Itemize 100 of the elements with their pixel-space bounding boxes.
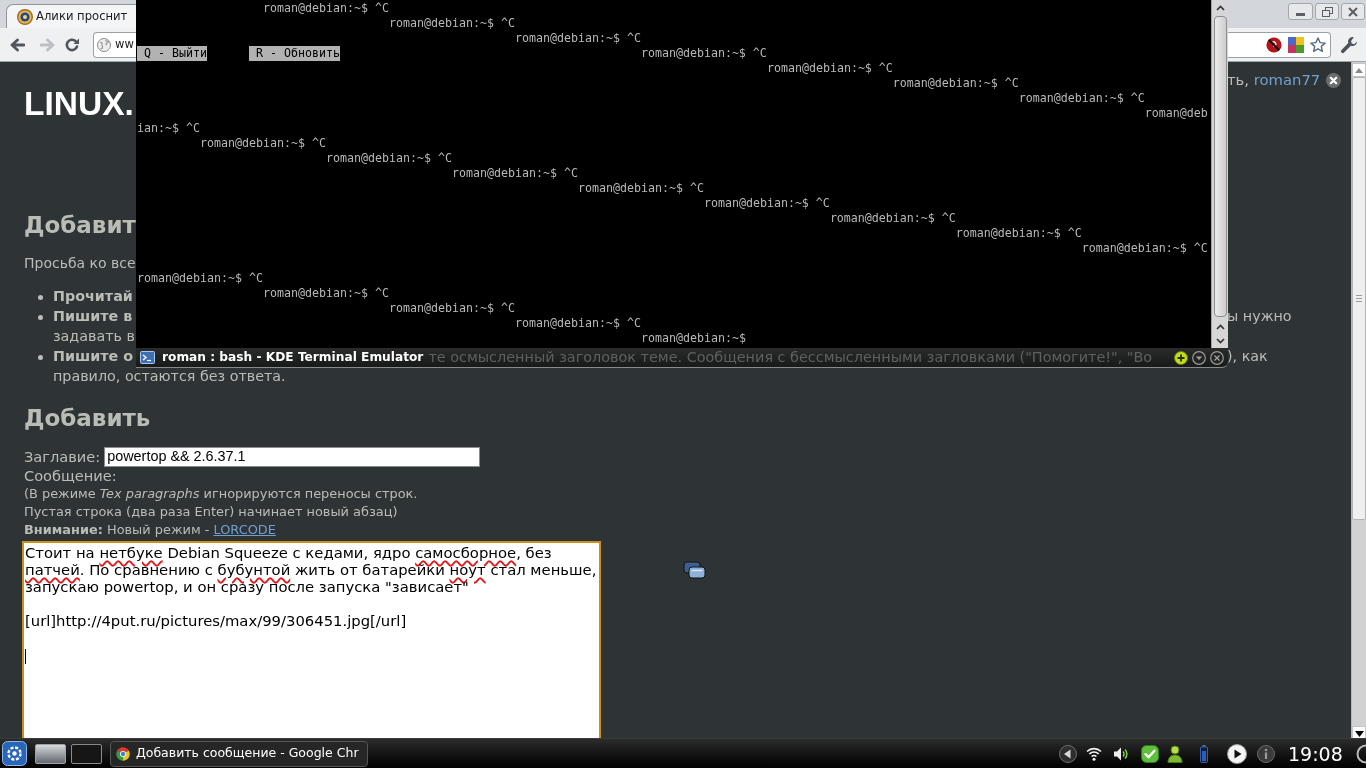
terminal-line: roman@debian:~$ ^C	[514, 316, 641, 331]
terminal-line: roman@debian:~$	[640, 331, 746, 346]
section-heading: Добавит	[24, 211, 136, 239]
rule-text: ы нужно	[1227, 307, 1292, 327]
speaker-icon[interactable]	[1113, 745, 1129, 762]
title-input[interactable]: powertop && 2.6.37.1	[104, 447, 481, 467]
terminal-line: roman@debian:~$ ^C	[829, 211, 956, 226]
scroll-thumb[interactable]	[1352, 77, 1366, 520]
scroll-down-button[interactable]	[1352, 726, 1366, 738]
grip-icon	[1356, 295, 1362, 302]
terminal-line: roman@deb	[1144, 106, 1208, 121]
restore-icon	[1321, 6, 1333, 17]
reload-icon	[64, 36, 80, 53]
terminal-line: roman@debian:~$ ^C	[1018, 91, 1145, 106]
round-logo-icon	[116, 746, 130, 761]
terminal-line: ian:~$ ^C	[137, 121, 200, 136]
battery-icon[interactable]	[1200, 744, 1208, 763]
hint-text: Пустая строка (два раза Enter) начинает новый абзац)	[24, 503, 398, 522]
scroll-up-button[interactable]	[1352, 63, 1366, 77]
username-link[interactable]: roman77	[1253, 71, 1321, 88]
minimize-icon	[1296, 13, 1305, 16]
rule-title: Прочитай	[53, 287, 133, 307]
info-icon[interactable]	[1257, 744, 1275, 763]
greeting-text: ть, roman77	[1227, 70, 1321, 90]
chevron-down-circle-icon[interactable]	[1192, 350, 1206, 365]
page-scrollbar[interactable]	[1351, 62, 1366, 738]
rule-title: Пишите в	[53, 307, 133, 327]
reload-button[interactable]	[64, 36, 80, 53]
chevron-down-icon[interactable]	[1215, 338, 1225, 344]
desktop-thumbnail[interactable]	[35, 743, 66, 764]
gear-tile-icon[interactable]	[2, 741, 27, 766]
text-cursor-icon	[25, 648, 26, 664]
faint-page-text: те осмысленный заголовок теме. Сообщения с бессмысленными загловками ("Помогите!", "Во	[428, 347, 1153, 367]
plus-circle-icon[interactable]	[1174, 350, 1188, 365]
terminal-line: roman@debian:~$ ^C	[955, 226, 1082, 241]
rule-text: правило, остаются без ответа.	[53, 367, 286, 387]
rule-text: задавать в	[53, 327, 135, 347]
key-hint: R - Обновить	[248, 46, 340, 61]
chevron-up-icon[interactable]	[1215, 324, 1225, 330]
back-button[interactable]	[9, 37, 25, 52]
terminal-scrollbar[interactable]	[1211, 0, 1228, 348]
triangle-up-icon	[1355, 67, 1363, 73]
globe-icon	[97, 37, 111, 52]
terminal-line: roman@debian:~$ ^C	[388, 301, 515, 316]
terminal-line: roman@debian:~$ ^C	[514, 31, 641, 46]
bullet-icon	[38, 354, 43, 360]
arrow-right-icon	[40, 37, 56, 52]
color-grid-icon[interactable]	[1288, 36, 1304, 53]
intro-text: Просьба ко все	[24, 253, 136, 273]
taskbar-task-button[interactable]: Добавить сообщение - Google Chr	[110, 740, 368, 767]
terminal-title: roman : bash - KDE Terminal Emulator	[162, 349, 424, 367]
lorcode-link[interactable]: LORCODE	[213, 522, 276, 538]
terminal-line: roman@debian:~$ ^C	[703, 196, 830, 211]
round-emblem-icon	[17, 8, 33, 25]
terminal-line: roman@debian:~$ ^C	[892, 76, 1019, 91]
person-icon[interactable]	[1166, 744, 1184, 763]
terminal-line: roman@debian:~$ ^C	[388, 16, 515, 31]
play-icon[interactable]	[1227, 743, 1247, 764]
minimize-button[interactable]	[1288, 3, 1313, 20]
triangle-down-icon	[1354, 731, 1364, 737]
checkmark-icon[interactable]	[1141, 744, 1159, 763]
field-label: Сообщение:	[24, 466, 117, 487]
terminal-line: roman@debian:~$ ^C	[766, 61, 893, 76]
field-label: Заглавие:	[24, 447, 101, 468]
terminal-line: roman@debian:~$ ^C	[640, 46, 767, 61]
terminal-line: roman@debian:~$ ^C	[262, 286, 389, 301]
terminal-line: roman@debian:~$ ^C	[577, 181, 704, 196]
rule-title: Пишите о	[53, 347, 133, 367]
message-textarea[interactable]: Стоит на нетбуке Debian Squeeze с кедами, ядро самосборное, без патчей. По сравнению с бубунтой жить от батарейки ноут стал меньше, запускаю powertop, и он сразу после запуска "зависает" [url]http://4put.ru/pictures/max/99/306451.jpg[/url]	[22, 541, 601, 738]
terminal-line: roman@debian:~$ ^C	[1081, 241, 1208, 256]
notice-text: Внимание: Новый режим - LORCODE	[24, 521, 276, 540]
address-bar[interactable]	[1228, 31, 1331, 58]
close-icon[interactable]	[1326, 72, 1342, 88]
site-title: LINUX.	[24, 86, 134, 121]
clock: 19:08	[1288, 742, 1343, 765]
terminal-icon	[140, 351, 155, 364]
terminal-line: roman@debian:~$ ^C	[451, 166, 578, 181]
close-icon	[1348, 6, 1358, 17]
key-hint: Q - Выйти	[137, 46, 207, 61]
bullet-icon	[38, 294, 43, 300]
address-bar[interactable]: ww	[93, 31, 136, 58]
rule-text: ), как	[1227, 347, 1268, 367]
close-button[interactable]	[1341, 3, 1365, 20]
bullet-icon	[38, 314, 43, 320]
wifi-icon[interactable]	[1086, 746, 1102, 761]
prohibited-icon[interactable]	[1266, 36, 1282, 53]
arrow-left-icon	[9, 37, 25, 52]
scroll-thumb[interactable]	[1213, 16, 1227, 317]
restore-button[interactable]	[1315, 3, 1339, 20]
section-heading: Добавить	[24, 404, 151, 432]
chevron-up-icon[interactable]	[1215, 5, 1225, 11]
wrench-icon[interactable]	[1340, 35, 1358, 54]
hint-text: (В режиме Tex paragraphs игнорируются переносы строк.	[24, 485, 418, 504]
triangle-left-icon[interactable]	[1059, 744, 1077, 763]
terminal-line: roman@debian:~$ ^C	[262, 1, 389, 16]
terminal-line: roman@debian:~$ ^C	[325, 151, 452, 166]
browser-tab[interactable]: Алики проснит	[6, 4, 136, 28]
star-icon[interactable]	[1310, 36, 1326, 53]
desktop-thumbnail[interactable]	[71, 743, 102, 764]
close-circle-icon[interactable]	[1210, 350, 1224, 365]
